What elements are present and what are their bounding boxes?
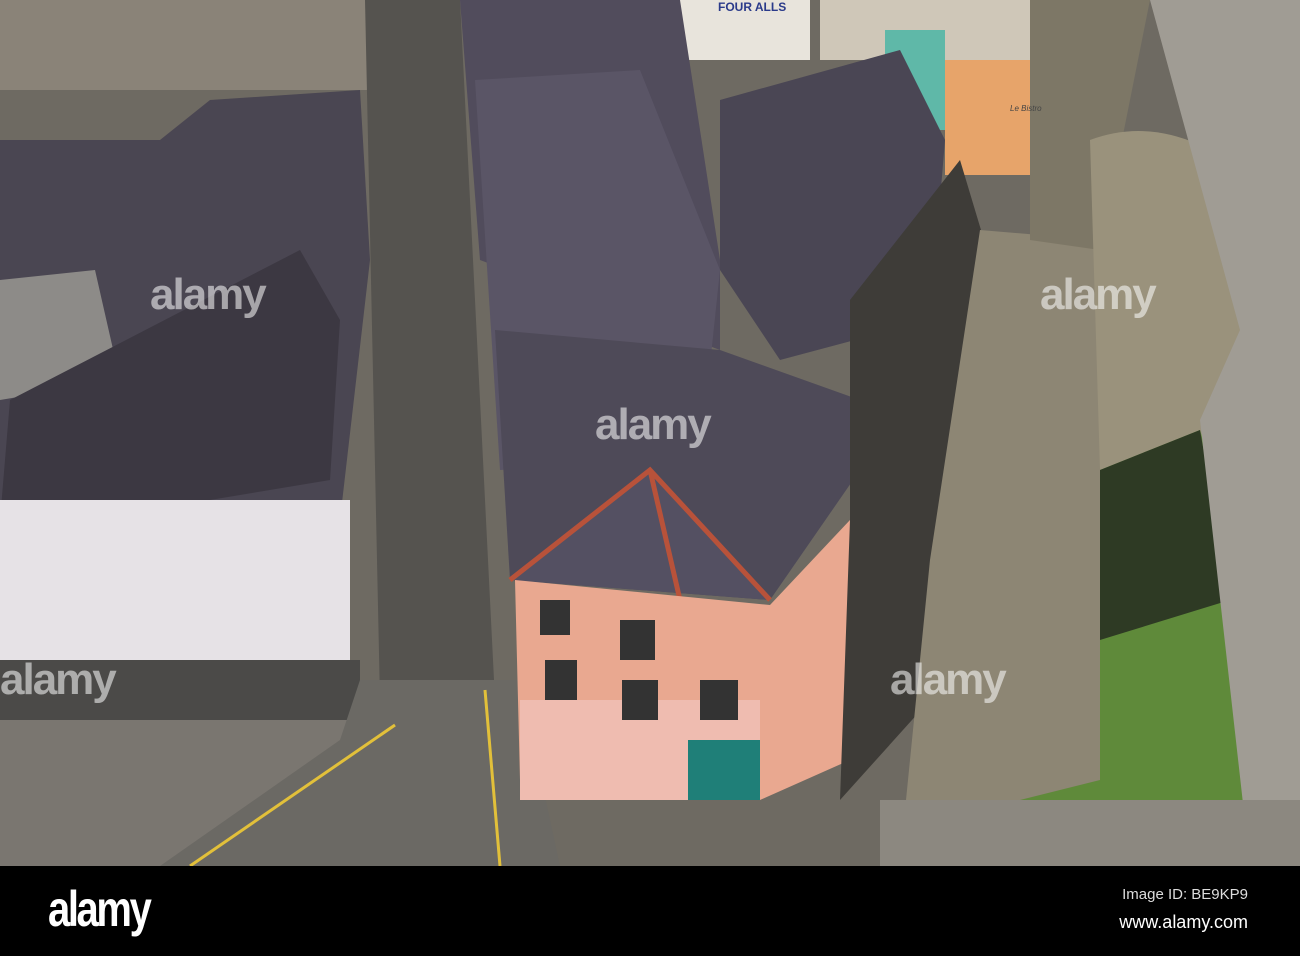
watermark: alamy	[595, 400, 712, 449]
watermark: alamy	[890, 655, 1007, 704]
watermark: alamy	[0, 655, 117, 704]
image-id: Image ID: BE9KP9	[1122, 886, 1248, 903]
stock-photo-frame: FOUR ALLS Le Bistro alamy alamy alamy al…	[0, 0, 1300, 956]
alamy-logo: alamy	[48, 881, 152, 937]
watermark: alamy	[150, 270, 267, 319]
bistro-sign: Le Bistro	[1010, 104, 1042, 113]
footer-bar: alamy Image ID: BE9KP9 www.alamy.com	[0, 866, 1300, 956]
site-url: www.alamy.com	[1119, 912, 1248, 932]
watermark: alamy	[1040, 270, 1157, 319]
pub-sign: FOUR ALLS	[718, 0, 787, 14]
